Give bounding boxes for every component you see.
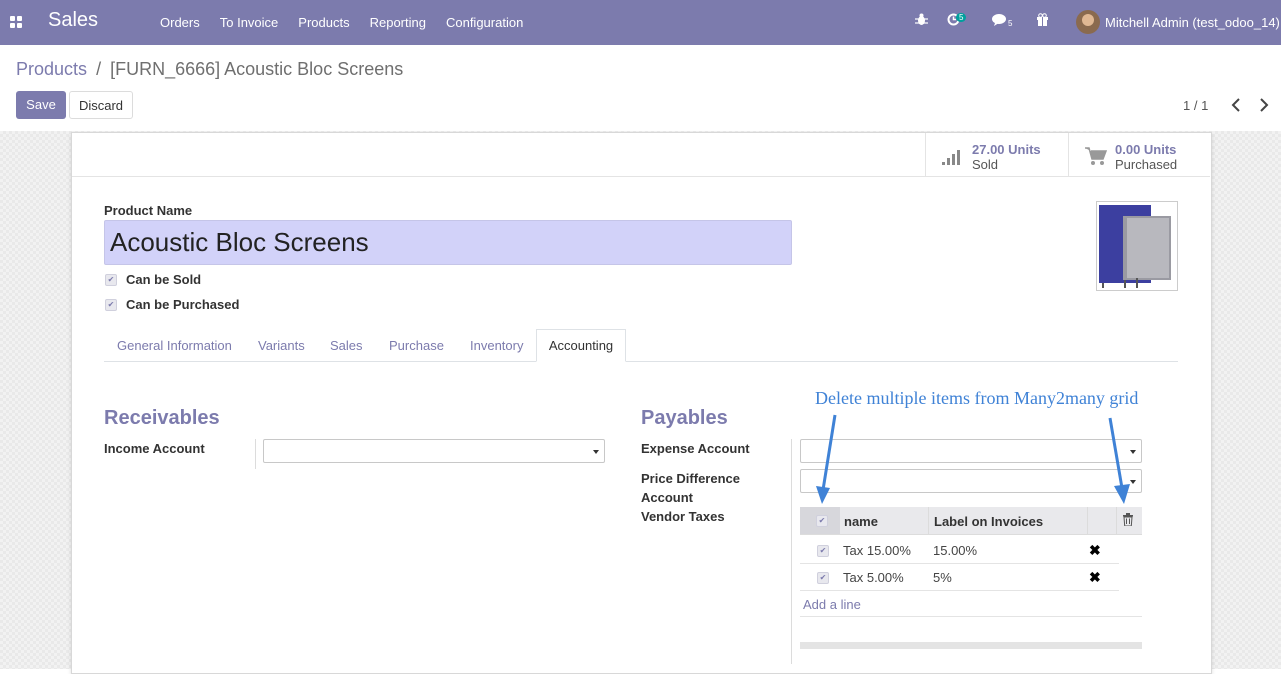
tab-accounting[interactable]: Accounting xyxy=(536,329,626,362)
column-divider xyxy=(928,507,929,534)
user-name[interactable]: Mitchell Admin (test_odoo_14) xyxy=(1105,15,1280,30)
column-header-name[interactable]: name xyxy=(844,514,878,529)
select-all-checkbox[interactable]: ✔ xyxy=(816,515,828,527)
vendor-taxes-label: Vendor Taxes xyxy=(641,509,725,524)
bug-icon[interactable] xyxy=(915,13,928,29)
pager-previous-icon[interactable] xyxy=(1231,98,1241,115)
messages-count: 5 xyxy=(1008,19,1013,28)
activity-icon[interactable]: 5 xyxy=(947,13,967,29)
can-be-purchased-label[interactable]: Can be Purchased xyxy=(126,297,239,312)
tax-name: Tax 15.00% xyxy=(843,543,911,558)
tab-purchase[interactable]: Purchase xyxy=(389,338,444,353)
can-be-purchased-checkbox[interactable]: ✔ xyxy=(105,299,117,311)
save-button[interactable]: Save xyxy=(16,91,66,119)
menu-products[interactable]: Products xyxy=(298,15,349,30)
column-divider xyxy=(1087,507,1088,534)
can-be-sold-label[interactable]: Can be Sold xyxy=(126,272,201,287)
table-divider xyxy=(800,616,1142,617)
label-divider xyxy=(255,439,256,469)
purchased-label: Purchased xyxy=(1115,157,1178,172)
apps-menu-icon[interactable] xyxy=(10,16,22,28)
receivables-title: Receivables xyxy=(104,407,220,429)
activity-count-badge: 5 xyxy=(956,13,967,22)
tab-general-information[interactable]: General Information xyxy=(117,338,232,353)
breadcrumb: Products / [FURN_6666] Acoustic Bloc Scr… xyxy=(16,59,403,80)
pager-next-icon[interactable] xyxy=(1259,98,1269,115)
purchased-smart-button[interactable]: 0.00 Units Purchased xyxy=(1068,133,1210,176)
menu-to-invoice[interactable]: To Invoice xyxy=(220,15,279,30)
gift-icon[interactable] xyxy=(1036,13,1049,29)
column-divider xyxy=(1116,507,1117,534)
trash-icon[interactable] xyxy=(1122,513,1134,529)
label-divider xyxy=(791,439,792,664)
price-difference-label: Price Difference xyxy=(641,471,740,486)
product-image[interactable] xyxy=(1096,201,1178,291)
sold-smart-button[interactable]: 27.00 Units Sold xyxy=(925,133,1068,176)
menu-configuration[interactable]: Configuration xyxy=(446,15,523,30)
tax-name: Tax 5.00% xyxy=(843,570,904,585)
remove-row-icon[interactable]: ✖ xyxy=(1089,542,1101,559)
signal-icon xyxy=(942,150,960,165)
tax-invoice-label: 5% xyxy=(933,570,952,585)
tax-invoice-label: 15.00% xyxy=(933,543,978,558)
main-menu: Orders To Invoice Products Reporting Con… xyxy=(160,15,523,30)
expense-account-label: Expense Account xyxy=(641,441,750,456)
table-footer xyxy=(800,642,1142,649)
breadcrumb-separator: / xyxy=(96,59,102,79)
cart-icon xyxy=(1085,147,1107,165)
sold-label: Sold xyxy=(972,157,999,172)
remove-row-icon[interactable]: ✖ xyxy=(1089,569,1101,586)
user-avatar[interactable] xyxy=(1076,10,1100,34)
product-name-label: Product Name xyxy=(104,203,193,218)
menu-reporting[interactable]: Reporting xyxy=(370,15,426,30)
income-account-select[interactable] xyxy=(263,439,605,463)
annotation-arrows xyxy=(816,414,1130,504)
purchased-value: 0.00 Units xyxy=(1115,142,1177,157)
sold-value: 27.00 Units xyxy=(972,142,1041,157)
price-difference-label-2: Account xyxy=(641,490,693,505)
breadcrumb-products[interactable]: Products xyxy=(16,59,87,79)
payables-title: Payables xyxy=(641,407,728,429)
column-header-label[interactable]: Label on Invoices xyxy=(934,514,1043,529)
income-account-label: Income Account xyxy=(104,441,205,456)
breadcrumb-current: [FURN_6666] Acoustic Bloc Screens xyxy=(110,59,404,79)
row-checkbox[interactable]: ✔ xyxy=(817,572,829,584)
add-a-line-link[interactable]: Add a line xyxy=(803,597,861,612)
tab-variants[interactable]: Variants xyxy=(258,338,305,353)
can-be-sold-checkbox[interactable]: ✔ xyxy=(105,274,117,286)
tab-sales[interactable]: Sales xyxy=(330,338,363,353)
tab-inventory[interactable]: Inventory xyxy=(470,338,523,353)
discard-button[interactable]: Discard xyxy=(69,91,133,119)
row-checkbox[interactable]: ✔ xyxy=(817,545,829,557)
app-title[interactable]: Sales xyxy=(48,9,98,32)
messages-icon[interactable]: 5 xyxy=(992,13,1012,29)
menu-orders[interactable]: Orders xyxy=(160,15,200,30)
pager-value[interactable]: 1 / 1 xyxy=(1183,98,1208,113)
annotation-text: Delete multiple items from Many2many gri… xyxy=(815,388,1139,408)
product-name-input[interactable]: Acoustic Bloc Screens xyxy=(104,220,792,265)
